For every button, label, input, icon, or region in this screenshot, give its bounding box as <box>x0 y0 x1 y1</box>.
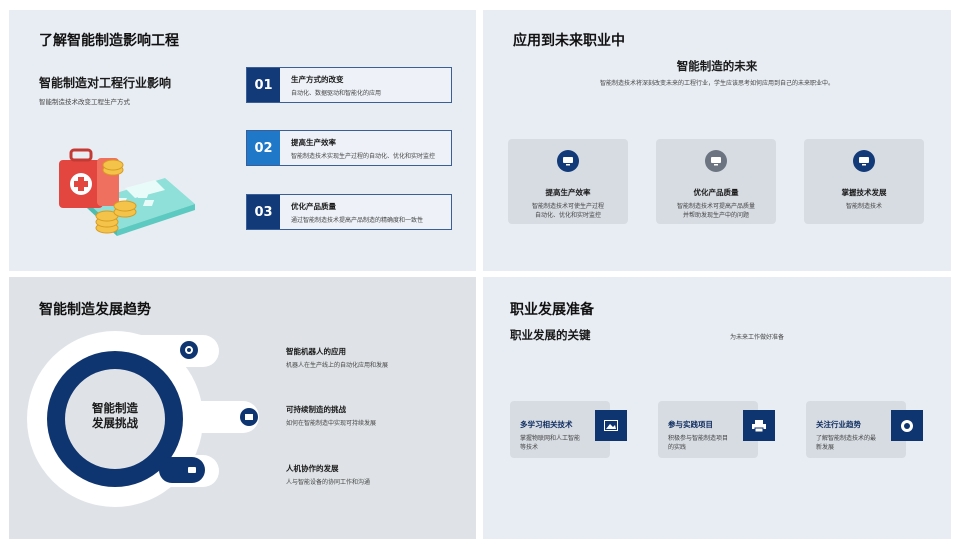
item-card-1: 01 生产方式的改变 自动化、数据驱动和智能化的应用 <box>246 67 452 103</box>
trend-title: 可持续制造的挑战 <box>286 405 346 414</box>
medical-kit-calculator-illustration <box>59 148 195 236</box>
target-icon <box>891 410 923 441</box>
item-description: 智能制造技术实现生产过程的自动化、优化和实时监控 <box>291 153 436 160</box>
item-number: 03 <box>247 195 280 229</box>
trend-description: 机器人在生产线上的自动化应用和发展 <box>286 362 389 369</box>
feature-title: 提高生产效率 <box>545 188 591 197</box>
item-number: 02 <box>247 131 280 165</box>
slide-title: 了解智能制造影响工程 <box>39 33 179 49</box>
ring-center-label: 智能制造 发展挑战 <box>92 401 138 430</box>
printer-icon <box>743 410 775 441</box>
item-description: 自动化、数据驱动和智能化的应用 <box>291 90 382 97</box>
feature-description: 智能制造技术 <box>845 203 882 210</box>
slide-subtitle: 智能制造对工程行业影响 <box>39 76 172 90</box>
item-number: 01 <box>247 68 280 102</box>
item-description: 通过智能制造技术提高产品制造的精确度和一致性 <box>291 217 424 224</box>
item-card-3: 03 优化产品质量 通过智能制造技术提高产品制造的精确度和一致性 <box>246 194 452 230</box>
feature-title: 优化产品质量 <box>693 188 739 197</box>
feature-card-efficiency: 提高生产效率 智能制造技术可使生产过程 自动化、优化和实时监控 <box>508 139 628 224</box>
card-title: 多学习相关技术 <box>520 420 573 429</box>
card-description: 积极参与智能制造项目的实践 <box>668 435 729 451</box>
monitor-icon <box>188 467 196 473</box>
slide-title: 应用到未来职业中 <box>513 33 625 49</box>
section-title: 职业发展的关键 <box>510 328 591 342</box>
card-title: 参与实践项目 <box>668 420 713 429</box>
slide-description: 智能制造技术改变工程生产方式 <box>39 98 130 106</box>
trend-description: 人与智能设备的协同工作和沟通 <box>286 479 371 486</box>
slide-trends: 智能制造发展趋势 智能制造 发展挑战 智能机器人的应用 机器人在生产线上的自动化应… <box>9 277 476 539</box>
card-title: 关注行业趋势 <box>816 420 861 429</box>
monitor-icon <box>557 150 579 172</box>
item-title: 优化产品质量 <box>291 202 336 211</box>
section-title: 智能制造的未来 <box>676 59 758 73</box>
trend-title: 人机协作的发展 <box>286 464 339 473</box>
monitor-icon <box>853 150 875 172</box>
trend-description: 如何在智能制造中实现可持续发展 <box>286 420 377 427</box>
item-card-2: 02 提高生产效率 智能制造技术实现生产过程的自动化、优化和实时监控 <box>246 130 452 166</box>
card-description: 了解智能制造技术的最新发展 <box>816 435 877 451</box>
feature-description: 智能制造技术可提高产品质量 并帮助发现生产中的问题 <box>676 203 755 219</box>
section-description: 智能制造技术将深刻改变未来的工程行业，学生应该思考如何应用到自己的未来职业中。 <box>599 80 834 87</box>
trend-title: 智能机器人的应用 <box>286 347 346 356</box>
item-title: 提高生产效率 <box>291 138 336 147</box>
slide-future-career: 应用到未来职业中 智能制造的未来 智能制造技术将深刻改变未来的工程行业，学生应该… <box>483 10 951 271</box>
feature-description: 智能制造技术可使生产过程 自动化、优化和实时监控 <box>531 203 604 219</box>
item-title: 生产方式的改变 <box>291 75 344 84</box>
card-description: 掌握物联网和人工智能等技术 <box>520 435 581 451</box>
feature-title: 掌握技术发展 <box>841 188 887 197</box>
feature-card-technology: 掌握技术发展 智能制造技术 <box>804 139 924 224</box>
monitor-icon <box>705 150 727 172</box>
target-icon <box>185 346 193 354</box>
slide-career-prep: 职业发展准备 职业发展的关键 为未来工作做好准备 多学习相关技术 掌握物联网和人… <box>483 277 951 539</box>
feature-card-quality: 优化产品质量 智能制造技术可提高产品质量 并帮助发现生产中的问题 <box>656 139 776 224</box>
image-icon <box>595 410 627 441</box>
image-icon <box>245 414 253 420</box>
slide-title: 职业发展准备 <box>510 302 594 318</box>
section-note: 为未来工作做好准备 <box>730 334 785 341</box>
slide-understand-impact: 了解智能制造影响工程 智能制造对工程行业影响 智能制造技术改变工程生产方式 01… <box>9 10 476 271</box>
